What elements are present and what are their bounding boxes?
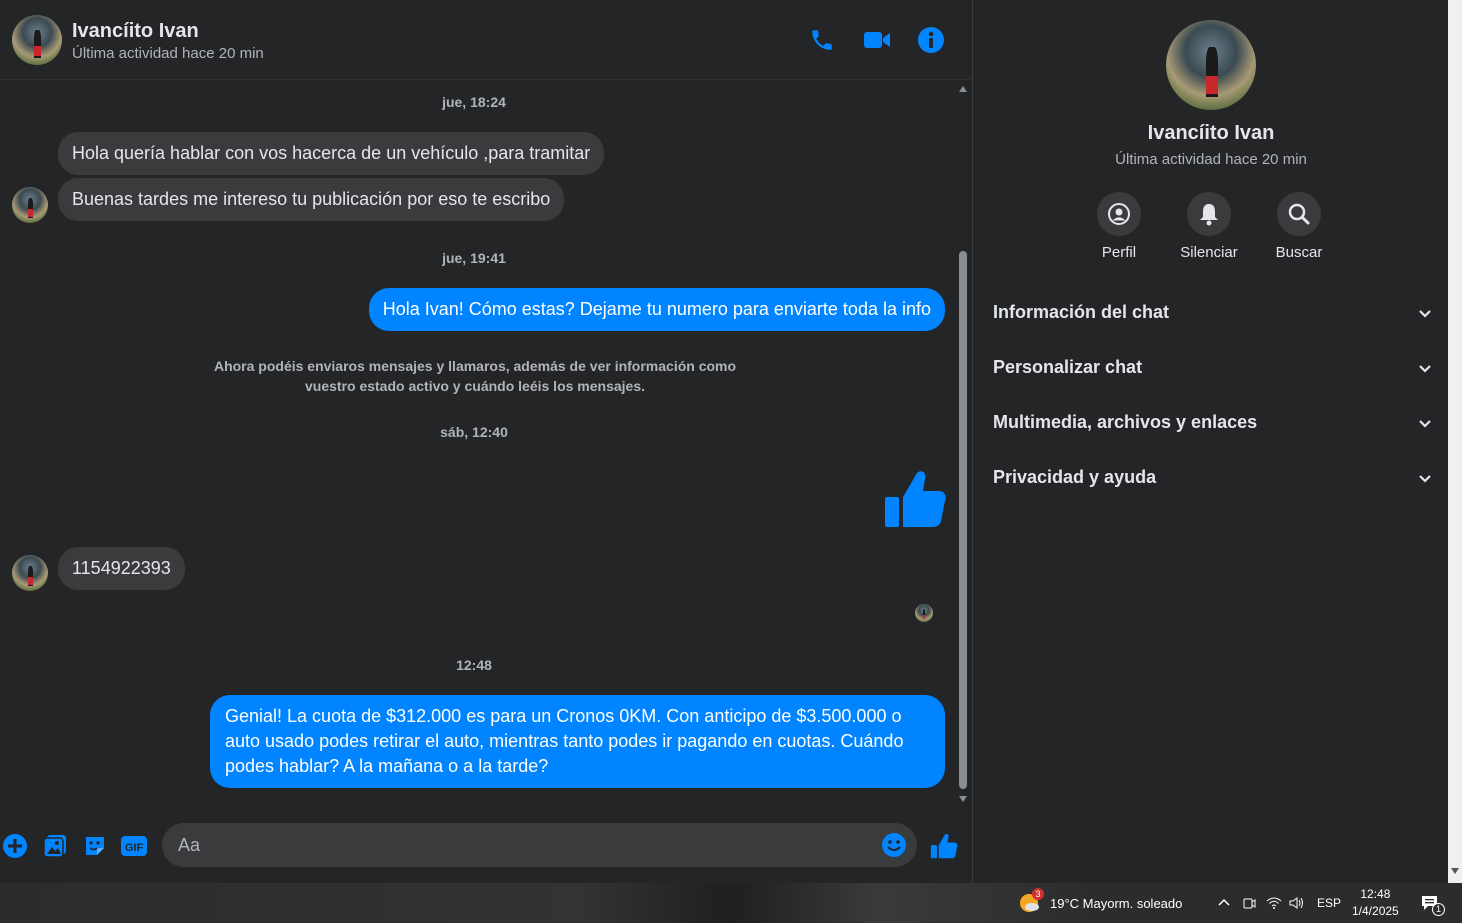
section-media-files-links[interactable]: Multimedia, archivos y enlaces: [993, 412, 1433, 442]
section-chat-info[interactable]: Información del chat: [993, 302, 1433, 332]
message-input-placeholder: Aa: [178, 835, 201, 855]
timestamp: jue, 18:24: [442, 94, 506, 110]
window-edge-scrollbar[interactable]: [1448, 0, 1462, 883]
contact-name[interactable]: Ivancíito Ivan: [72, 20, 199, 43]
scroll-down-arrow[interactable]: [959, 796, 967, 802]
weather-text: 19°C Mayorm. soleado: [1050, 895, 1183, 911]
chat-info-sidebar: Ivancíito Ivan Última actividad hace 20 …: [972, 0, 1462, 883]
chat-pane: Ivancíito Ivan Última actividad hace 20 …: [0, 0, 972, 883]
sticker-icon[interactable]: [81, 832, 109, 860]
scroll-up-arrow[interactable]: [959, 86, 967, 92]
weather-widget[interactable]: 3 19°C Mayorm. soleado: [1018, 883, 1182, 923]
search-icon: [1277, 192, 1321, 236]
chevron-up-icon[interactable]: [1217, 883, 1231, 923]
sender-avatar[interactable]: [12, 187, 48, 223]
system-notice-line: vuestro estado activo y cuándo leéis los…: [304, 378, 646, 394]
timestamp: jue, 19:41: [442, 250, 506, 266]
emoji-icon[interactable]: [881, 832, 907, 863]
scroll-down-arrow[interactable]: [1451, 868, 1459, 874]
section-label: Personalizar chat: [993, 357, 1143, 377]
timestamp: sáb, 12:40: [440, 424, 508, 440]
profile-label: Perfil: [1101, 244, 1137, 261]
volume-icon[interactable]: [1288, 883, 1304, 923]
weather-badge: 3: [1032, 888, 1044, 900]
section-label: Multimedia, archivos y enlaces: [993, 412, 1258, 432]
system-notice-line: Ahora podéis enviaros mensajes y llamaro…: [213, 358, 737, 374]
contact-avatar[interactable]: [12, 15, 62, 65]
clock[interactable]: 12:48 1/4/2025: [1352, 883, 1399, 923]
sun-cloud-icon: 3: [1018, 888, 1044, 914]
mute-label: Silenciar: [1180, 244, 1238, 261]
like-sticker-icon[interactable]: [883, 467, 947, 531]
chevron-down-icon: [1419, 420, 1431, 428]
image-icon[interactable]: [41, 832, 69, 860]
notification-icon[interactable]: 1: [1420, 883, 1445, 923]
sidebar-contact-status: Última actividad hace 20 min: [1115, 151, 1307, 168]
outgoing-message[interactable]: Genial! La cuota de $312.000 es para un …: [210, 695, 945, 788]
meet-icon[interactable]: [1242, 883, 1256, 923]
video-icon[interactable]: [863, 26, 891, 54]
gif-icon[interactable]: GIF: [120, 832, 148, 860]
windows-taskbar: 3 19°C Mayorm. soleado ESP 12:48 1/4/202…: [0, 883, 1462, 923]
sender-avatar[interactable]: [12, 555, 48, 591]
message-input[interactable]: Aa: [162, 823, 917, 867]
outgoing-message[interactable]: Hola Ivan! Cómo estas? Dejame tu numero …: [368, 288, 945, 331]
section-label: Privacidad y ayuda: [993, 467, 1157, 487]
chevron-down-icon: [1419, 310, 1431, 318]
timestamp: 12:48: [456, 657, 492, 673]
message-scrollbar[interactable]: [956, 81, 970, 806]
plus-icon[interactable]: [1, 832, 29, 860]
message-line: Genial! La cuota de $312.000 es para un …: [225, 706, 902, 726]
clock-time: 12:48: [1360, 887, 1391, 901]
chat-header: Ivancíito Ivan Última actividad hace 20 …: [0, 0, 972, 80]
profile-icon: [1097, 192, 1141, 236]
chevron-down-icon: [1419, 475, 1431, 483]
search-label: Buscar: [1275, 244, 1323, 261]
incoming-message[interactable]: Hola quería hablar con vos hacerca de un…: [58, 132, 605, 175]
message-list[interactable]: jue, 18:24 Hola quería hablar con vos ha…: [0, 81, 956, 806]
clock-date: 1/4/2025: [1352, 904, 1399, 918]
incoming-message[interactable]: Buenas tardes me intereso tu publicación…: [58, 178, 565, 221]
contact-status: Última actividad hace 20 min: [72, 45, 264, 62]
section-privacy-help[interactable]: Privacidad y ayuda: [993, 467, 1433, 497]
messenger-app: Ivancíito Ivan Última actividad hace 20 …: [0, 0, 1462, 883]
search-button[interactable]: Buscar: [1254, 192, 1344, 261]
mute-button[interactable]: Silenciar: [1164, 192, 1254, 261]
phone-icon[interactable]: [808, 26, 836, 54]
incoming-message[interactable]: 1154922393: [58, 547, 185, 590]
wifi-icon[interactable]: [1266, 883, 1282, 923]
bell-icon: [1187, 192, 1231, 236]
message-line: auto usado podes retirar el auto, mientr…: [225, 731, 904, 751]
notification-count: 1: [1432, 903, 1445, 916]
chevron-down-icon: [1419, 365, 1431, 373]
svg-text:GIF: GIF: [125, 842, 144, 854]
sidebar-avatar[interactable]: [1166, 20, 1256, 110]
scroll-thumb[interactable]: [959, 251, 967, 789]
seen-avatar: [915, 604, 933, 622]
section-customize-chat[interactable]: Personalizar chat: [993, 357, 1433, 387]
like-icon[interactable]: [930, 832, 958, 860]
profile-button[interactable]: Perfil: [1074, 192, 1164, 261]
composer: GIF Aa: [0, 820, 972, 872]
language-indicator[interactable]: ESP: [1317, 883, 1341, 923]
message-line: podes hablar? A la mañana o a la tarde?: [225, 756, 549, 776]
system-notice: Ahora podéis enviaros mensajes y llamaro…: [200, 356, 750, 396]
sidebar-contact-name[interactable]: Ivancíito Ivan: [973, 122, 1449, 145]
section-label: Información del chat: [993, 302, 1170, 322]
info-icon[interactable]: [917, 26, 945, 54]
